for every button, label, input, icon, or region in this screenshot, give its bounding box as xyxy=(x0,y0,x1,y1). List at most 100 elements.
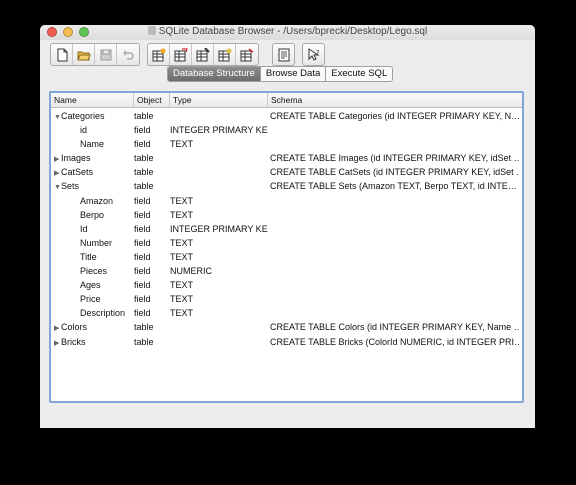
window-title: SQLite Database Browser - /Users/bprecki… xyxy=(158,26,428,37)
table-toolbar-group xyxy=(147,43,259,66)
row-object: field xyxy=(134,139,151,150)
row-schema: CREATE TABLE CatSets (id INTEGER PRIMARY… xyxy=(270,167,520,178)
column-header-type[interactable]: Type xyxy=(170,93,268,107)
save-icon[interactable] xyxy=(95,44,117,65)
modify-table-icon[interactable] xyxy=(170,44,192,65)
row-name: Pieces xyxy=(80,266,108,277)
log-toolbar-group xyxy=(272,43,295,66)
tree-row[interactable]: Pieces field NUMERIC xyxy=(51,264,522,278)
column-header-schema[interactable]: Schema xyxy=(268,93,522,107)
row-schema: CREATE TABLE Images (id INTEGER PRIMARY … xyxy=(270,153,520,164)
row-object: field xyxy=(134,308,151,319)
row-object: field xyxy=(134,280,151,291)
column-header-name[interactable]: Name xyxy=(51,93,134,107)
tree-row[interactable]: Title field TEXT xyxy=(51,250,522,264)
tree-row[interactable]: ▼Categories table CREATE TABLE Categories … xyxy=(51,109,522,123)
row-type: NUMERIC xyxy=(170,266,212,277)
tree-row[interactable]: ▶ Bricks table CREATE TABLE Bricks (ColorId… xyxy=(51,335,522,349)
row-name: Colors xyxy=(61,322,88,333)
row-object: field xyxy=(134,237,151,248)
help-toolbar-group: ? xyxy=(302,43,325,66)
row-object: table xyxy=(134,181,154,192)
row-schema: CREATE TABLE Bricks (ColorId NUMERIC, id… xyxy=(270,336,520,347)
row-name: Amazon xyxy=(80,195,114,206)
main-window: SQLite Database Browser - /Users/bprecki… xyxy=(40,25,535,428)
row-name: id xyxy=(80,125,88,136)
tree-row[interactable]: Price field TEXT xyxy=(51,292,522,306)
row-name: Name xyxy=(80,139,105,150)
tree-row[interactable]: Number field TEXT xyxy=(51,236,522,250)
tab-browse-data[interactable]: Browse Data xyxy=(261,67,327,81)
disclosure-closed-icon[interactable]: ▶ xyxy=(54,337,61,351)
tree-row[interactable]: Name field TEXT xyxy=(51,137,522,151)
tree-row[interactable]: ▶ Colors table CREATE TABLE Colors (id INTE… xyxy=(51,320,522,334)
row-object: table xyxy=(134,322,154,333)
svg-text:?: ? xyxy=(316,49,320,57)
row-object: field xyxy=(134,195,151,206)
row-type: TEXT xyxy=(170,280,194,291)
row-name: Categories xyxy=(61,111,105,121)
database-icon xyxy=(147,26,156,35)
row-name: Number xyxy=(80,237,113,248)
row-type: TEXT xyxy=(170,308,194,319)
row-type: TEXT xyxy=(170,237,194,248)
tree-row[interactable]: Amazon field TEXT xyxy=(51,194,522,208)
row-object: field xyxy=(134,266,151,277)
row-name: Berpo xyxy=(80,209,105,220)
row-schema: CREATE TABLE Colors (id INTEGER PRIMARY … xyxy=(270,322,520,333)
row-type: INTEGER PRIMARY KEY xyxy=(170,223,268,234)
tab-execute-sql[interactable]: Execute SQL xyxy=(326,67,392,81)
tree-row[interactable]: Berpo field TEXT xyxy=(51,208,522,222)
row-object: table xyxy=(134,167,154,178)
tree-row[interactable]: ▶ CatSets table CREATE TABLE CatSets (id IN… xyxy=(51,165,522,179)
row-name: Images xyxy=(61,153,91,164)
undo-icon[interactable] xyxy=(117,44,139,65)
tree-header: Name Object Type Schema xyxy=(51,93,522,108)
row-object: table xyxy=(134,336,154,347)
create-table-icon[interactable] xyxy=(148,44,170,65)
delete-index-icon[interactable] xyxy=(236,44,258,65)
tree-row[interactable]: ▶ Images table CREATE TABLE Images (id INTE… xyxy=(51,151,522,165)
delete-table-icon[interactable] xyxy=(192,44,214,65)
row-type: TEXT xyxy=(170,195,194,206)
row-object: table xyxy=(134,153,154,164)
row-object: field xyxy=(134,209,151,220)
row-name: Id xyxy=(80,223,88,234)
tab-database-structure[interactable]: Database Structure xyxy=(168,67,261,81)
tree-row[interactable]: Id field INTEGER PRIMARY KEY xyxy=(51,222,522,236)
window-title-container: SQLite Database Browser - /Users/bprecki… xyxy=(40,26,535,37)
whats-this-icon[interactable]: ? xyxy=(303,44,324,65)
row-type: TEXT xyxy=(170,251,194,262)
open-folder-icon[interactable] xyxy=(73,44,95,65)
row-type: TEXT xyxy=(170,209,194,220)
row-type: INTEGER PRIMARY KEY xyxy=(170,125,268,136)
log-window-icon[interactable] xyxy=(273,44,294,65)
tab-bar: Database Structure Browse Data Execute S… xyxy=(167,66,394,82)
row-schema: CREATE TABLE Sets (Amazon TEXT, Berpo TE… xyxy=(270,181,517,192)
title-bar[interactable]: SQLite Database Browser - /Users/bprecki… xyxy=(40,25,535,40)
row-name: Price xyxy=(80,294,101,305)
create-index-icon[interactable] xyxy=(214,44,236,65)
new-file-icon[interactable] xyxy=(51,44,73,65)
row-type: TEXT xyxy=(170,294,194,305)
row-type: TEXT xyxy=(170,139,194,150)
row-object: field xyxy=(134,223,151,234)
tree-row[interactable]: Ages field TEXT xyxy=(51,278,522,292)
tree-row[interactable]: ▼Sets table CREATE TABLE Sets (Amazon TEXT… xyxy=(51,179,522,193)
row-schema: CREATE TABLE Categories (id INTEGER PRIM… xyxy=(270,111,520,121)
column-header-object[interactable]: Object xyxy=(134,93,170,107)
row-object: field xyxy=(134,251,151,262)
structure-tree[interactable]: Name Object Type Schema ▼Categories table… xyxy=(49,91,524,403)
row-name: Title xyxy=(80,251,97,262)
row-name: Bricks xyxy=(61,336,86,347)
tree-row[interactable]: id field INTEGER PRIMARY KEY xyxy=(51,123,522,137)
tree-row[interactable]: Description field TEXT xyxy=(51,306,522,320)
row-name: Sets xyxy=(61,181,80,192)
row-object: table xyxy=(134,111,154,121)
row-name: CatSets xyxy=(61,167,94,178)
row-name: Description xyxy=(80,308,126,319)
row-name: Ages xyxy=(80,280,101,291)
row-name-cell: ▶ Bricks xyxy=(54,335,134,351)
row-object: field xyxy=(134,125,151,136)
row-object: field xyxy=(134,294,151,305)
